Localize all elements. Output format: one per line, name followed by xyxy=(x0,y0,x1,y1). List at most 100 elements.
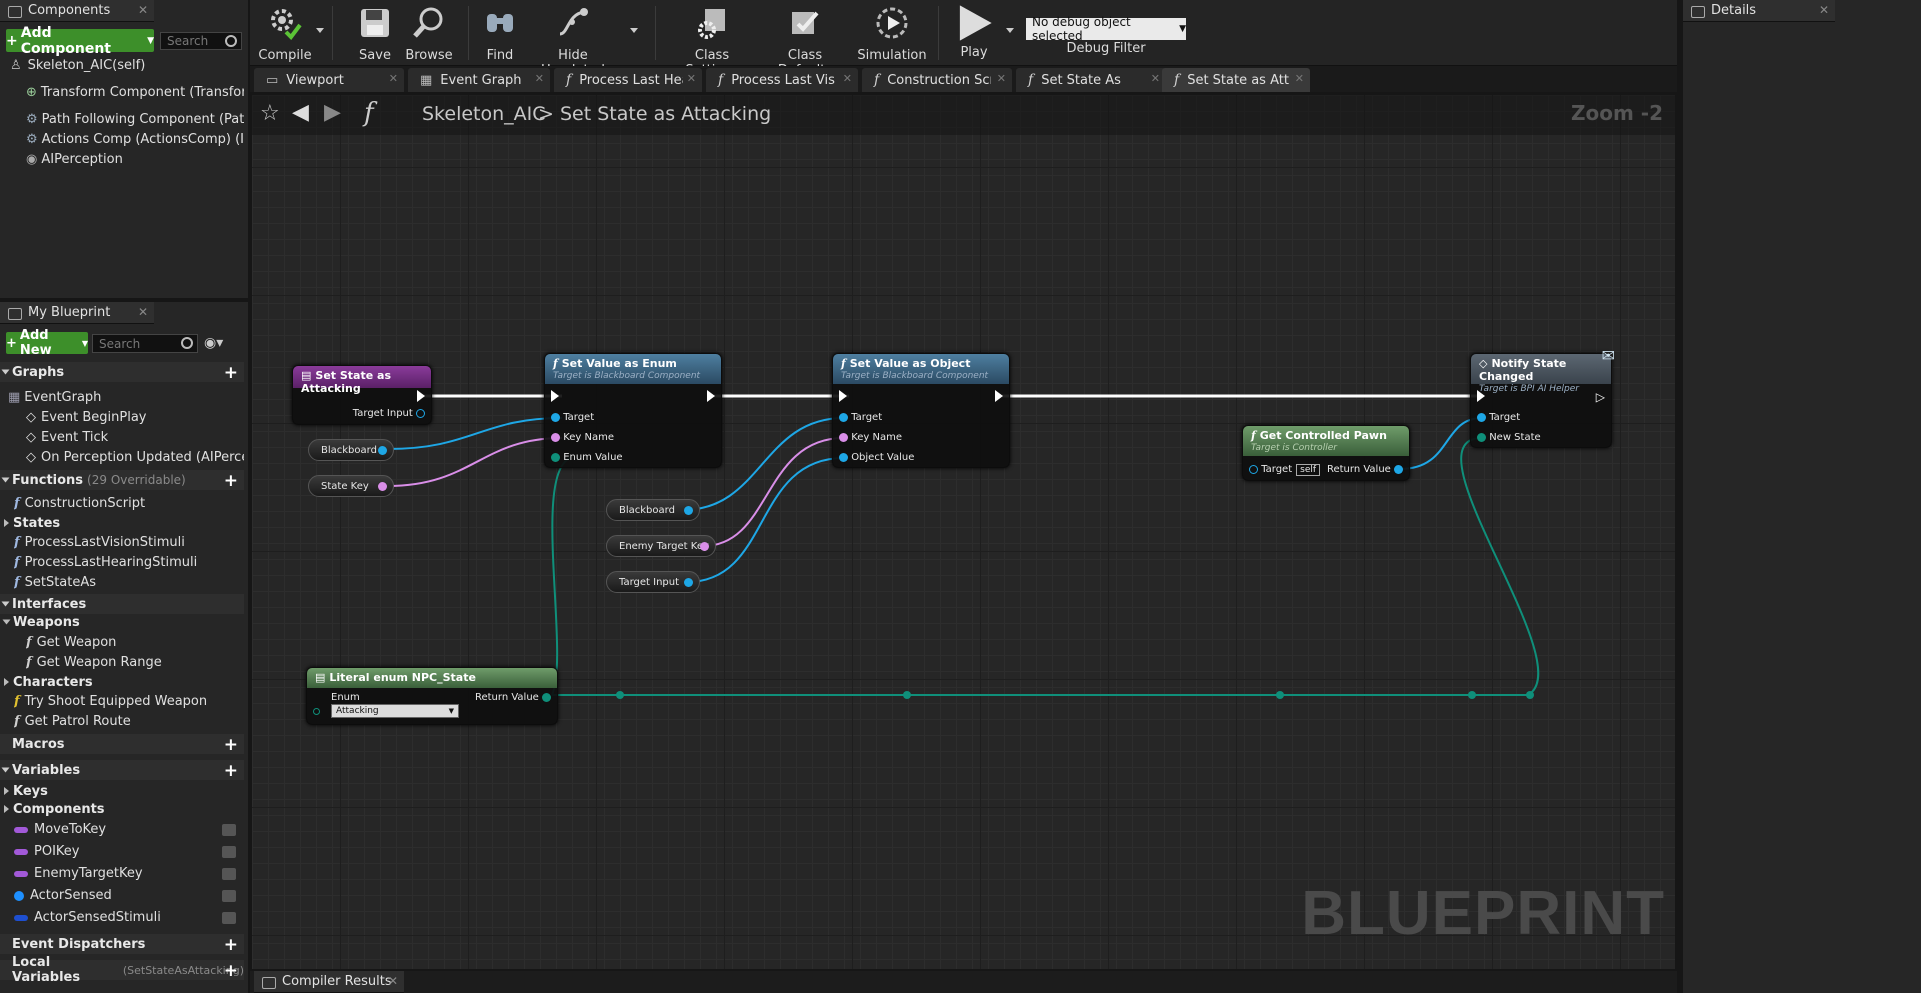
graph-canvas[interactable]: ☆ ◀ ▶ f Skeleton_AIC > Set State as Atta… xyxy=(252,95,1675,969)
target-input-pin[interactable]: Target Input xyxy=(353,408,425,419)
function-item[interactable]: f SetStateAs xyxy=(14,575,96,590)
interface-function-item[interactable]: f Get Weapon Range xyxy=(26,655,162,670)
target-pin[interactable]: Target xyxy=(551,412,594,423)
add-function-button[interactable]: + xyxy=(224,471,238,491)
exec-in-pin[interactable] xyxy=(1477,390,1485,402)
component-root[interactable]: ♙ Skeleton_AIC(self) xyxy=(10,58,246,73)
add-new-button[interactable]: + Add New ▼ xyxy=(6,328,88,358)
event-item[interactable]: ◇ On Perception Updated (AIPerception) xyxy=(26,450,244,465)
component-item[interactable]: ⚙Path Following Component (PathFollowing… xyxy=(26,112,244,127)
play-button[interactable]: Play xyxy=(946,4,1002,62)
key-name-pin[interactable]: Key Name xyxy=(551,432,614,443)
enum-value-pin[interactable]: Enum Value xyxy=(551,452,623,463)
literal-enum-node[interactable]: ▤ Literal enum NPC_State Enum Attacking ▼ … xyxy=(306,667,558,725)
functions-section[interactable]: Functions (29 Overridable) + xyxy=(0,470,244,491)
blueprint-search-input[interactable]: Search xyxy=(92,334,198,353)
chevron-down-icon[interactable] xyxy=(316,28,324,33)
tab-process-last-vision[interactable]: f Process Last Vision ✕ xyxy=(706,68,858,92)
components-category[interactable]: Components xyxy=(4,802,105,817)
event-dispatchers-section[interactable]: Event Dispatchers + xyxy=(0,934,244,955)
add-graph-button[interactable]: + xyxy=(224,363,238,383)
graphs-section[interactable]: Graphs + xyxy=(0,362,244,383)
close-icon[interactable]: ✕ xyxy=(1295,72,1304,85)
add-component-button[interactable]: + Add Component ▼ xyxy=(6,25,154,57)
set-value-as-enum-node[interactable]: f Set Value as Enum Target is Blackboard C… xyxy=(544,353,722,468)
breadcrumb-root[interactable]: Skeleton_AIC xyxy=(422,103,546,125)
back-arrow-icon[interactable]: ◀ xyxy=(292,100,309,125)
simulation-button[interactable]: Simulation xyxy=(854,4,930,63)
browse-button[interactable]: Browse xyxy=(402,4,456,63)
add-dispatcher-button[interactable]: + xyxy=(224,935,238,955)
visibility-icon[interactable] xyxy=(222,824,236,836)
details-tab[interactable]: Details ✕ xyxy=(1683,0,1835,22)
tab-construction-script[interactable]: f Construction Script ✕ xyxy=(862,68,1012,92)
target-pin[interactable]: Target xyxy=(1477,412,1520,423)
exec-out-pin[interactable] xyxy=(707,390,715,402)
components-tab[interactable]: Components ✕ xyxy=(0,0,154,22)
hide-unrelated-button[interactable]: Hide Unrelated xyxy=(528,4,618,78)
self-value[interactable]: self xyxy=(1296,464,1321,476)
add-macro-button[interactable]: + xyxy=(224,735,238,755)
add-local-variable-button[interactable]: + xyxy=(224,961,238,981)
favorite-star-icon[interactable]: ☆ xyxy=(260,101,280,126)
my-blueprint-tab[interactable]: My Blueprint ✕ xyxy=(0,302,154,324)
set-value-as-object-node[interactable]: f Set Value as Object Target is Blackboard… xyxy=(832,353,1010,468)
return-value-pin[interactable]: Return Value xyxy=(1327,464,1403,475)
object-value-pin[interactable]: Object Value xyxy=(839,452,914,463)
blackboard-variable-node[interactable]: Blackboard xyxy=(606,499,700,521)
visibility-icon[interactable] xyxy=(222,846,236,858)
visibility-icon[interactable] xyxy=(222,912,236,924)
component-item[interactable]: ◉ AIPerception xyxy=(26,152,244,167)
save-button[interactable]: Save xyxy=(350,4,400,63)
variable-item[interactable]: MoveToKey xyxy=(14,822,246,837)
variable-item[interactable]: ActorSensedStimuli xyxy=(14,910,246,925)
tab-event-graph[interactable]: ▦ Event Graph ✕ xyxy=(408,68,550,92)
exec-out-pin[interactable]: ▷ xyxy=(1588,390,1605,404)
class-settings-button[interactable]: Class Settings xyxy=(668,4,756,78)
variable-item[interactable]: ActorSensed xyxy=(14,888,246,903)
tab-set-state-as-attacking[interactable]: f Set State as Attacking ✕ xyxy=(1162,68,1310,92)
new-state-pin[interactable]: New State xyxy=(1477,432,1541,443)
add-variable-button[interactable]: + xyxy=(224,761,238,781)
function-item[interactable]: f ConstructionScript xyxy=(14,496,145,511)
close-icon[interactable]: ✕ xyxy=(535,72,544,85)
close-icon[interactable]: ✕ xyxy=(687,72,696,85)
weapons-category[interactable]: Weapons xyxy=(2,615,80,630)
enemy-target-key-variable-node[interactable]: Enemy Target Key xyxy=(606,535,716,557)
close-icon[interactable]: ✕ xyxy=(997,72,1006,85)
enum-select[interactable]: Attacking ▼ xyxy=(331,704,459,718)
event-graph-item[interactable]: ▦ EventGraph xyxy=(8,390,101,405)
forward-arrow-icon[interactable]: ▶ xyxy=(324,100,341,125)
macros-section[interactable]: Macros + xyxy=(0,734,244,755)
components-search-input[interactable]: Search xyxy=(160,32,242,50)
visibility-icon[interactable] xyxy=(222,890,236,902)
close-icon[interactable]: ✕ xyxy=(138,305,148,319)
exec-in-pin[interactable] xyxy=(839,390,847,402)
entry-node[interactable]: ▤ Set State as Attacking Target Input xyxy=(292,365,432,425)
debug-object-select[interactable]: No debug object selected ▼ xyxy=(1026,15,1186,43)
event-item[interactable]: ◇ Event BeginPlay xyxy=(26,410,244,425)
compiler-results-tab[interactable]: Compiler Results ✕ xyxy=(254,971,404,993)
close-icon[interactable]: ✕ xyxy=(388,974,398,988)
notify-state-changed-node[interactable]: ◇ Notify State Changed Target is BPI AI He… xyxy=(1470,346,1615,448)
target-pin[interactable]: Target self xyxy=(1249,464,1321,476)
local-variables-section[interactable]: Local Variables (SetStateAsAttacking) + xyxy=(0,955,244,985)
interfaces-section[interactable]: Interfaces xyxy=(0,594,244,614)
exec-in-pin[interactable] xyxy=(551,390,559,402)
variable-item[interactable]: POIKey xyxy=(14,844,246,859)
state-key-variable-node[interactable]: State Key xyxy=(308,475,394,497)
exec-out-pin[interactable] xyxy=(995,390,1003,402)
event-item[interactable]: ◇ Event Tick xyxy=(26,430,244,445)
close-icon[interactable]: ✕ xyxy=(389,72,398,85)
interface-function-item[interactable]: f Get Weapon xyxy=(26,635,116,650)
close-icon[interactable]: ✕ xyxy=(1819,3,1829,17)
class-defaults-button[interactable]: Class Defaults xyxy=(762,4,848,78)
variable-item[interactable]: EnemyTargetKey xyxy=(14,866,246,881)
eye-icon[interactable]: ◉▾ xyxy=(204,335,223,351)
variables-section[interactable]: Variables + xyxy=(0,760,244,781)
close-icon[interactable]: ✕ xyxy=(138,3,148,17)
interface-function-item[interactable]: f Try Shoot Equipped Weapon xyxy=(14,694,207,709)
visibility-icon[interactable] xyxy=(222,868,236,880)
characters-category[interactable]: Characters xyxy=(4,675,93,690)
tab-process-last-hearing[interactable]: f Process Last Hearing ✕ xyxy=(554,68,702,92)
